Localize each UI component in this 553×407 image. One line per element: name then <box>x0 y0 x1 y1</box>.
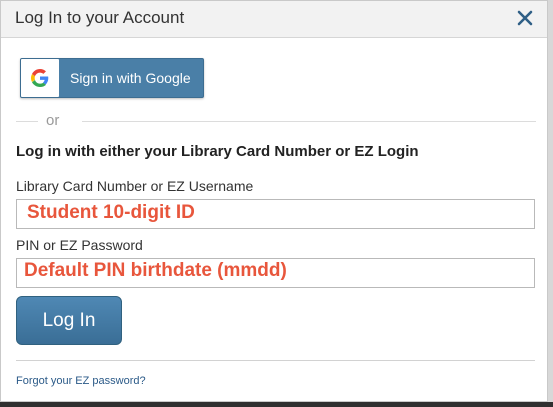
or-separator: or <box>16 112 536 130</box>
footer-divider <box>16 360 535 361</box>
password-annotation: Default PIN birthdate (mmdd) <box>24 260 287 281</box>
forgot-password-link[interactable]: Forgot your EZ password? <box>16 375 146 387</box>
google-logo-box <box>21 59 59 97</box>
close-button[interactable] <box>511 4 539 32</box>
separator-line-right <box>82 121 536 122</box>
modal-header: Log In to your Account <box>1 1 547 38</box>
login-button[interactable]: Log In <box>16 296 122 345</box>
login-modal: Log In to your Account Sign in with Goog… <box>0 0 548 402</box>
or-text: or <box>46 112 60 129</box>
username-annotation: Student 10-digit ID <box>27 202 195 223</box>
close-icon <box>517 10 533 26</box>
modal-title: Log In to your Account <box>15 8 185 27</box>
login-heading: Log in with either your Library Card Num… <box>16 143 419 160</box>
google-signin-label: Sign in with Google <box>70 70 191 86</box>
google-signin-button[interactable]: Sign in with Google <box>20 58 204 98</box>
background-strip-bottom <box>0 402 553 407</box>
password-label: PIN or EZ Password <box>16 237 143 253</box>
separator-line-left <box>16 121 38 122</box>
google-g-icon <box>31 69 49 87</box>
background-strip-right <box>548 0 553 407</box>
username-label: Library Card Number or EZ Username <box>16 178 254 194</box>
